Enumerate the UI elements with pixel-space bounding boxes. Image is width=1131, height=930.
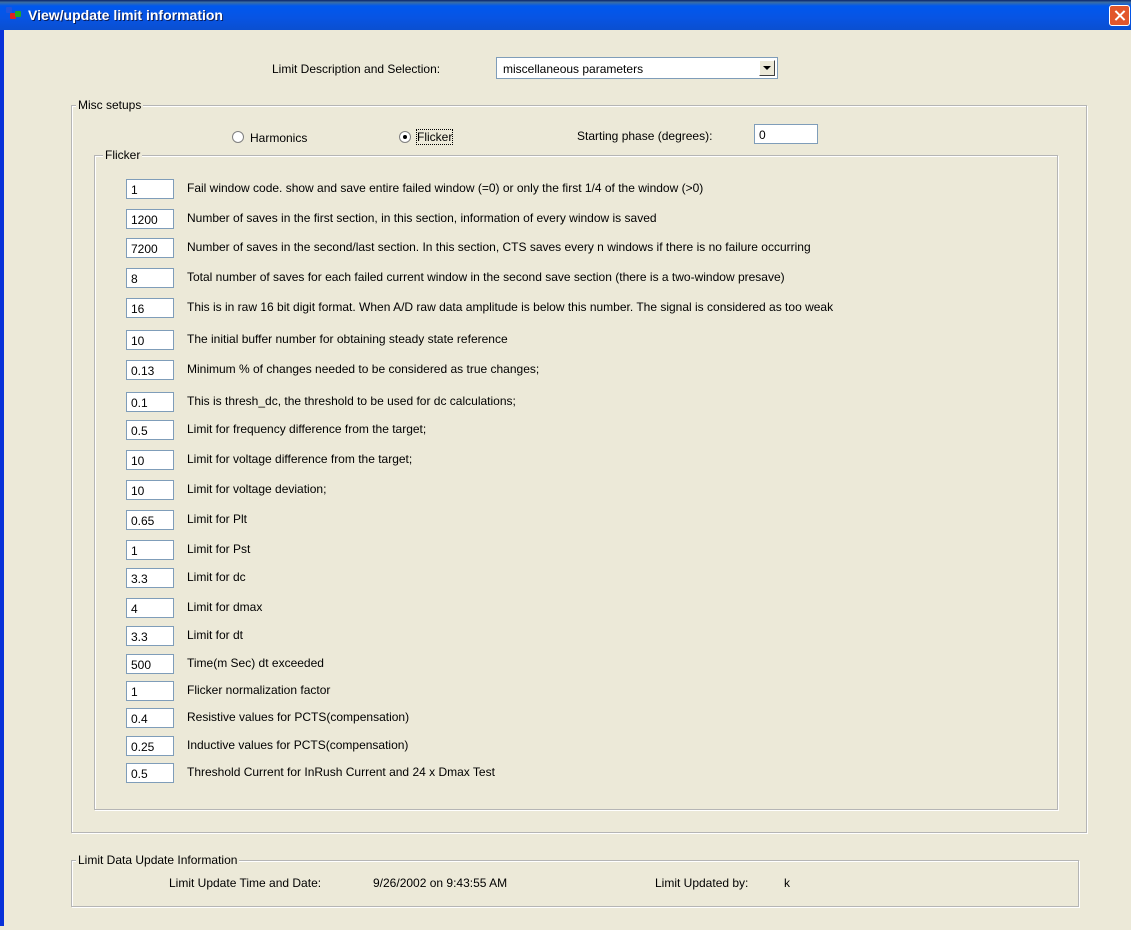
flicker-row-label: Fail window code. show and save entire f… (187, 181, 704, 195)
flicker-group-label: Flicker (103, 148, 143, 162)
harmonics-radio-label[interactable]: Harmonics (250, 131, 307, 145)
flicker-radio-label[interactable]: Flicker (415, 129, 454, 145)
flicker-row-label: Total number of saves for each failed cu… (187, 270, 785, 284)
flicker-value-input[interactable]: 1 (126, 681, 174, 701)
flicker-value-input[interactable]: 0.1 (126, 392, 174, 412)
flicker-value-input[interactable]: 0.5 (126, 763, 174, 783)
flicker-value-input[interactable]: 0.25 (126, 736, 174, 756)
flicker-row-label: The initial buffer number for obtaining … (187, 332, 508, 346)
chevron-down-icon[interactable] (759, 60, 775, 76)
flicker-value-input[interactable]: 10 (126, 450, 174, 470)
flicker-row-label: Limit for dmax (187, 600, 263, 614)
flicker-value-input[interactable]: 7200 (126, 238, 174, 258)
flicker-row-label: This is in raw 16 bit digit format. When… (187, 300, 834, 314)
misc-setups-label: Misc setups (76, 98, 144, 112)
window-title: View/update limit information (28, 7, 223, 23)
update-info-label: Limit Data Update Information (76, 853, 240, 867)
update-time-value: 9/26/2002 on 9:43:55 AM (373, 876, 508, 890)
flicker-value-input[interactable]: 1200 (126, 209, 174, 229)
flicker-value-input[interactable]: 3.3 (126, 568, 174, 588)
starting-phase-label: Starting phase (degrees): (577, 129, 713, 143)
flicker-row-label: Inductive values for PCTS(compensation) (187, 738, 409, 752)
flicker-value-input[interactable]: 1 (126, 179, 174, 199)
flicker-row-label: Limit for frequency difference from the … (187, 422, 427, 436)
flicker-value-input[interactable]: 10 (126, 480, 174, 500)
updated-by-value: k (784, 876, 790, 890)
flicker-value-input[interactable]: 16 (126, 298, 174, 318)
flicker-row-label: Threshold Current for InRush Current and… (187, 765, 495, 779)
flicker-row-label: Limit for voltage difference from the ta… (187, 452, 413, 466)
flicker-row-label: Limit for dt (187, 628, 244, 642)
selection-label: Limit Description and Selection: (272, 62, 441, 76)
flicker-row-label: Limit for Plt (187, 512, 248, 526)
flicker-value-input[interactable]: 3.3 (126, 626, 174, 646)
title-bar[interactable]: View/update limit information (0, 0, 1131, 30)
flicker-value-input[interactable]: 8 (126, 268, 174, 288)
dropdown-value: miscellaneous parameters (503, 62, 644, 76)
flicker-value-input[interactable]: 0.4 (126, 708, 174, 728)
flicker-row-label: Flicker normalization factor (187, 683, 331, 697)
flicker-value-input[interactable]: 10 (126, 330, 174, 350)
flicker-row-label: Resistive values for PCTS(compensation) (187, 710, 410, 724)
flicker-value-input[interactable]: 500 (126, 654, 174, 674)
limit-selection-dropdown[interactable]: miscellaneous parameters (496, 57, 778, 79)
flicker-value-input[interactable]: 4 (126, 598, 174, 618)
flicker-value-input[interactable]: 1 (126, 540, 174, 560)
flicker-value-input[interactable]: 0.5 (126, 420, 174, 440)
flicker-row-label: Number of saves in the second/last secti… (187, 240, 811, 254)
updated-by-label: Limit Updated by: (655, 876, 749, 890)
harmonics-radio[interactable] (232, 131, 244, 143)
flicker-row-label: This is thresh_dc, the threshold to be u… (187, 394, 516, 408)
flicker-row-label: Time(m Sec) dt exceeded (187, 656, 324, 670)
flicker-value-input[interactable]: 0.13 (126, 360, 174, 380)
starting-phase-input[interactable]: 0 (754, 124, 818, 144)
update-time-label: Limit Update Time and Date: (169, 876, 322, 890)
flicker-row-label: Limit for Pst (187, 542, 251, 556)
flicker-row-label: Number of saves in the first section, in… (187, 211, 657, 225)
flicker-row-label: Limit for dc (187, 570, 246, 584)
flicker-value-input[interactable]: 0.65 (126, 510, 174, 530)
close-icon[interactable] (1109, 5, 1130, 26)
flicker-row-label: Minimum % of changes needed to be consid… (187, 362, 540, 376)
flicker-radio[interactable] (399, 131, 411, 143)
app-icon (6, 7, 22, 23)
flicker-row-label: Limit for voltage deviation; (187, 482, 327, 496)
